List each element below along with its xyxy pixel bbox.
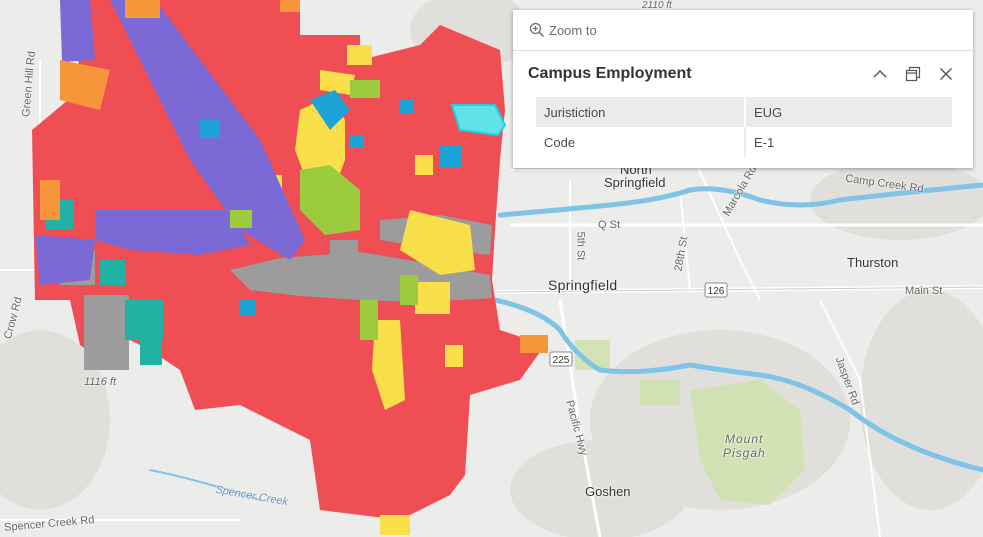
close-icon [940, 68, 952, 80]
zoom-to-button[interactable]: Zoom to [513, 10, 973, 51]
popup-title: Campus Employment [528, 65, 692, 82]
zoom-in-icon [529, 22, 545, 38]
shield-225: 225 [549, 351, 573, 367]
table-row: Juristiction EUG [536, 97, 952, 127]
table-row: Code E-1 [536, 127, 952, 157]
svg-text:126: 126 [708, 286, 725, 297]
shield-126: 126 [704, 282, 728, 298]
field-name: Code [536, 127, 746, 157]
collapse-button[interactable] [868, 62, 892, 86]
zoning-cyan-highlight[interactable] [450, 104, 507, 137]
dock-button[interactable] [901, 62, 925, 86]
field-name: Juristiction [536, 97, 746, 127]
popup-header: Campus Employment [513, 51, 973, 97]
svg-text:225: 225 [553, 355, 570, 366]
field-value: EUG [745, 97, 952, 127]
field-value: E-1 [754, 134, 775, 150]
dock-icon [905, 66, 921, 82]
close-button[interactable] [934, 62, 958, 86]
chevron-up-icon [873, 70, 887, 78]
zoom-to-label: Zoom to [549, 22, 597, 38]
feature-popup: Zoom to Campus Employment Juristiction E… [513, 10, 973, 168]
attribute-table: Juristiction EUG Code E-1 [536, 97, 952, 157]
